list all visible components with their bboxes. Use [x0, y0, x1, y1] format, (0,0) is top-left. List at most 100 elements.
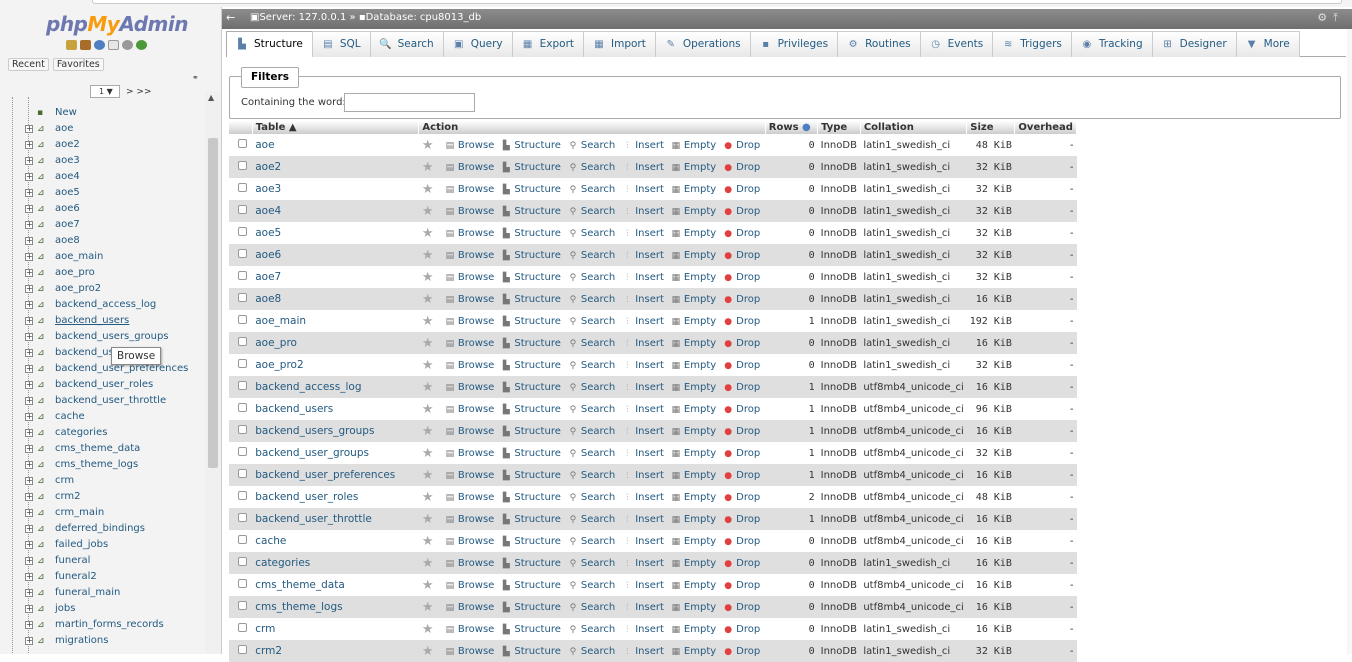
- expand-icon[interactable]: +: [25, 349, 33, 357]
- tab-routines[interactable]: ⚙ Routines: [837, 31, 921, 57]
- table-name-link[interactable]: categories: [255, 557, 310, 569]
- empty-button[interactable]: ▦ Empty: [670, 338, 717, 349]
- size-link[interactable]: 16 KiB: [966, 508, 1015, 530]
- structure-button[interactable]: ▙ Structure: [500, 514, 561, 525]
- table-name-link[interactable]: aoe_pro2: [255, 359, 303, 371]
- table-name-link[interactable]: cms_theme_logs: [255, 601, 342, 613]
- col-rows-header[interactable]: Rows ●: [765, 121, 819, 134]
- empty-button[interactable]: ▦ Empty: [670, 206, 717, 217]
- insert-button[interactable]: ⫶ Insert: [621, 360, 664, 371]
- expand-icon[interactable]: +: [25, 525, 33, 533]
- empty-button[interactable]: ▦ Empty: [670, 558, 717, 569]
- favorite-star-icon[interactable]: ★: [422, 468, 438, 483]
- browse-button[interactable]: ▤ Browse: [444, 294, 495, 305]
- tab-search[interactable]: 🔍 Search: [369, 31, 444, 57]
- tab-triggers[interactable]: ≋ Triggers: [992, 31, 1072, 57]
- server-link[interactable]: Server: 127.0.0.1: [259, 12, 346, 23]
- insert-button[interactable]: ⫶ Insert: [621, 514, 664, 525]
- search-button[interactable]: ⚲ Search: [567, 228, 616, 239]
- tree-item-backend_user_preferences[interactable]: + ⊿ backend_user_preferences: [0, 361, 205, 377]
- structure-button[interactable]: ▙ Structure: [500, 470, 561, 481]
- browse-button[interactable]: ▤ Browse: [444, 338, 495, 349]
- size-link[interactable]: 32 KiB: [966, 178, 1015, 200]
- tree-item-funeral_main[interactable]: + ⊿ funeral_main: [0, 585, 205, 601]
- table-name-link[interactable]: backend_user_roles: [255, 491, 358, 503]
- search-button[interactable]: ⚲ Search: [567, 360, 616, 371]
- browse-button[interactable]: ▤ Browse: [444, 602, 495, 613]
- search-button[interactable]: ⚲ Search: [567, 140, 616, 151]
- col-size-header[interactable]: Size: [966, 121, 1016, 134]
- favorite-star-icon[interactable]: ★: [422, 402, 438, 417]
- expand-icon[interactable]: +: [25, 269, 33, 277]
- tree-item-aoe3[interactable]: + ⊿ aoe3: [0, 153, 205, 169]
- empty-button[interactable]: ▦ Empty: [670, 514, 717, 525]
- size-link[interactable]: 48 KiB: [966, 486, 1015, 508]
- favorite-star-icon[interactable]: ★: [422, 138, 438, 153]
- tree-item-crm2[interactable]: + ⊿ crm2: [0, 489, 205, 505]
- search-button[interactable]: ⚲ Search: [567, 536, 616, 547]
- insert-button[interactable]: ⫶ Insert: [621, 580, 664, 591]
- table-name-link[interactable]: aoe6: [255, 249, 281, 261]
- empty-button[interactable]: ▦ Empty: [670, 448, 717, 459]
- empty-button[interactable]: ▦ Empty: [670, 228, 717, 239]
- expand-icon[interactable]: +: [25, 253, 33, 261]
- search-button[interactable]: ⚲ Search: [567, 448, 616, 459]
- browse-button[interactable]: ▤ Browse: [444, 448, 495, 459]
- tree-item-failed_jobs[interactable]: + ⊿ failed_jobs: [0, 537, 205, 553]
- structure-button[interactable]: ▙ Structure: [500, 602, 561, 613]
- col-collation-header[interactable]: Collation: [860, 121, 968, 134]
- tree-item-aoe2[interactable]: + ⊿ aoe2: [0, 137, 205, 153]
- tab-more[interactable]: ▼ More: [1235, 31, 1300, 57]
- browse-button[interactable]: ▤ Browse: [444, 184, 495, 195]
- structure-button[interactable]: ▙ Structure: [500, 228, 561, 239]
- drop-button[interactable]: ● Drop: [722, 184, 760, 195]
- empty-button[interactable]: ▦ Empty: [670, 426, 717, 437]
- size-link[interactable]: 16 KiB: [966, 376, 1015, 398]
- size-link[interactable]: 16 KiB: [966, 618, 1015, 640]
- expand-icon[interactable]: +: [25, 221, 33, 229]
- favorite-star-icon[interactable]: ★: [422, 644, 438, 659]
- drop-button[interactable]: ● Drop: [722, 492, 760, 503]
- row-checkbox[interactable]: [238, 447, 247, 456]
- table-name-link[interactable]: crm2: [255, 645, 282, 657]
- tree-item-migrations[interactable]: + ⊿ migrations: [0, 633, 205, 649]
- browse-button[interactable]: ▤ Browse: [444, 536, 495, 547]
- tab-query[interactable]: ▣ Query: [442, 31, 513, 57]
- tree-item-deferred_bindings[interactable]: + ⊿ deferred_bindings: [0, 521, 205, 537]
- browse-button[interactable]: ▤ Browse: [444, 426, 495, 437]
- drop-button[interactable]: ● Drop: [722, 514, 760, 525]
- tree-item-aoe8[interactable]: + ⊿ aoe8: [0, 233, 205, 249]
- tab-privileges[interactable]: ▪ Privileges: [749, 31, 839, 57]
- favorites-button[interactable]: Favorites: [52, 58, 104, 71]
- expand-icon[interactable]: +: [25, 509, 33, 517]
- favorite-star-icon[interactable]: ★: [422, 622, 438, 637]
- favorite-star-icon[interactable]: ★: [422, 292, 438, 307]
- settings-icon[interactable]: ⚙: [1317, 11, 1333, 24]
- size-link[interactable]: 48 KiB: [966, 134, 1015, 156]
- col-table-header[interactable]: Table ▲: [252, 121, 420, 134]
- size-link[interactable]: 16 KiB: [966, 574, 1015, 596]
- tree-item-aoe_pro2[interactable]: + ⊿ aoe_pro2: [0, 281, 205, 297]
- tab-operations[interactable]: ✎ Operations: [654, 31, 751, 57]
- row-checkbox[interactable]: [238, 337, 247, 346]
- page-select[interactable]: 1 ▼: [90, 85, 120, 98]
- link-with-main-panel-icon[interactable]: ⚭: [192, 73, 199, 82]
- expand-icon[interactable]: +: [25, 205, 33, 213]
- structure-button[interactable]: ▙ Structure: [500, 448, 561, 459]
- tree-item-cms_theme_logs[interactable]: + ⊿ cms_theme_logs: [0, 457, 205, 473]
- table-name-link[interactable]: aoe5: [255, 227, 281, 239]
- empty-button[interactable]: ▦ Empty: [670, 294, 717, 305]
- tree-item-funeral2[interactable]: + ⊿ funeral2: [0, 569, 205, 585]
- empty-button[interactable]: ▦ Empty: [670, 382, 717, 393]
- structure-button[interactable]: ▙ Structure: [500, 294, 561, 305]
- size-link[interactable]: 16 KiB: [966, 420, 1015, 442]
- favorite-star-icon[interactable]: ★: [422, 270, 438, 285]
- insert-button[interactable]: ⫶ Insert: [621, 492, 664, 503]
- drop-button[interactable]: ● Drop: [722, 338, 760, 349]
- insert-button[interactable]: ⫶ Insert: [621, 448, 664, 459]
- scroll-thumb[interactable]: [208, 138, 218, 468]
- expand-icon[interactable]: +: [25, 461, 33, 469]
- empty-button[interactable]: ▦ Empty: [670, 492, 717, 503]
- structure-button[interactable]: ▙ Structure: [500, 162, 561, 173]
- structure-button[interactable]: ▙ Structure: [500, 558, 561, 569]
